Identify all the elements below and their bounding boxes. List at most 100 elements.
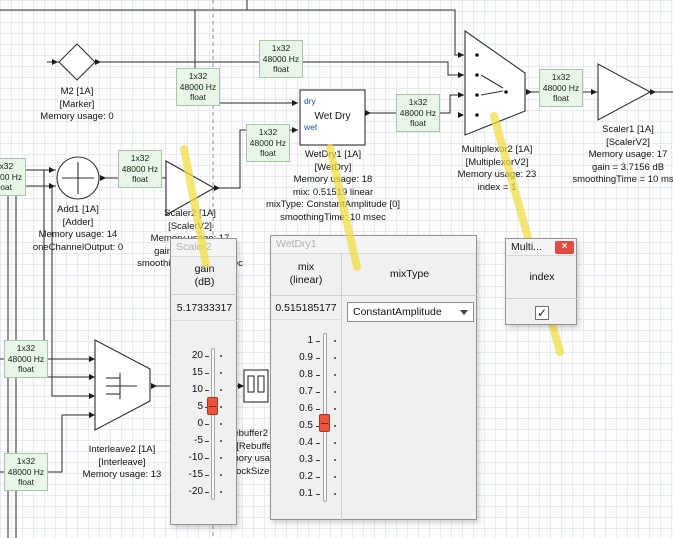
wire-type-label: 1x32 48000 Hz float [259, 40, 303, 78]
scaler2-inspector-panel[interactable]: Scaler2 gain (dB) 5.17333317 20151050-5-… [170, 238, 237, 525]
wire-label-line: 48000 Hz [540, 83, 582, 94]
slider-tick-label: -5 [173, 435, 203, 447]
wetdry1-inspector-panel[interactable]: WetDry1 mix (linear) mixType 0.515185177… [270, 235, 477, 520]
wetdry-wet-pin-label: wet [304, 122, 317, 132]
slider-tick-label: 0.5 [283, 420, 313, 432]
wire-label-line: 48000 Hz [5, 467, 47, 478]
slider-tick-mark [316, 443, 320, 444]
caption-line: Memory usage: 17 [572, 149, 673, 162]
slider-tick-dot [334, 374, 336, 376]
wire-label-line: float [0, 182, 25, 193]
slider-tick-dot [334, 357, 336, 359]
caption-line: Add1 [1A] [33, 204, 123, 217]
caption-line: Memory usage: 13 [83, 469, 162, 482]
add1-caption: Add1 [1A][Adder]Memory usage: 14oneChann… [33, 204, 123, 254]
slider-tick-dot [220, 457, 222, 459]
wire-label-line: float [5, 477, 47, 488]
slider-tick-label: 0.1 [283, 488, 313, 500]
wire-label-line: 1x32 [260, 43, 302, 54]
scaler1-block[interactable] [591, 64, 656, 120]
slider-tick-label: -15 [173, 469, 203, 481]
slider-tick-mark [205, 356, 209, 357]
slider-tick-label: 0.9 [283, 352, 313, 364]
slider-tick-dot [334, 340, 336, 342]
scaler1-caption: Scaler1 [1A][ScalerV2]Memory usage: 17ga… [572, 124, 673, 187]
slider-tick-dot [334, 459, 336, 461]
wire-type-label: 1x32 48000 Hz float [0, 158, 26, 196]
index-checkbox[interactable]: ✓ [535, 306, 549, 320]
slider-tick-dot [220, 372, 222, 374]
caption-line: Memory usage: 18 [266, 174, 400, 187]
slider-tick-mark [205, 458, 209, 459]
caption-line: [Interleave] [83, 457, 162, 470]
wire-type-label: 1x32 48000 Hz float [4, 340, 48, 378]
slider-tick-label: 0.3 [283, 454, 313, 466]
slider-tick-dot [220, 440, 222, 442]
schematic-canvas[interactable]: 1x32 48000 Hz float 1x32 48000 Hz float … [0, 0, 673, 538]
slider-tick-mark [316, 477, 320, 478]
mix-slider[interactable]: 10.90.80.70.60.50.40.30.20.1 [271, 236, 476, 519]
slider-tick-dot [220, 474, 222, 476]
interleave2-caption: Interleave2 [1A][Interleave]Memory usage… [83, 444, 162, 482]
wire-label-line: float [260, 64, 302, 75]
slider-tick-mark [205, 492, 209, 493]
slider-tick-dot [334, 476, 336, 478]
slider-tick-mark [316, 460, 320, 461]
slider-tick-dot [220, 423, 222, 425]
slider-tick-label: 20 [173, 350, 203, 362]
wetdry-block-label[interactable]: Wet Dry [300, 111, 365, 122]
caption-line: gain = 3.7156 dB [572, 162, 673, 175]
index-header: index [506, 256, 578, 299]
slider-handle[interactable] [319, 414, 330, 432]
wire-label-line: 48000 Hz [5, 354, 47, 365]
m2-marker-block[interactable] [52, 44, 101, 80]
slider-tick-label: 15 [173, 367, 203, 379]
slider-tick-mark [316, 494, 320, 495]
multiplexor2-inspector-panel[interactable]: Multi... × index ✓ [505, 238, 577, 325]
caption-line: [Adder] [33, 217, 123, 230]
slider-handle[interactable] [207, 397, 218, 415]
slider-tick-mark [205, 475, 209, 476]
interleave2-block[interactable] [89, 340, 157, 430]
caption-line: Interleave2 [1A] [83, 444, 162, 457]
slider-tick-dot [334, 442, 336, 444]
slider-tick-label: 1 [283, 335, 313, 347]
slider-track[interactable] [211, 348, 215, 500]
caption-line: index = 1 [458, 182, 537, 195]
caption-line: Multiplexor2 [1A] [458, 144, 537, 157]
caption-line: Memory usage: 0 [40, 111, 113, 124]
gain-slider[interactable]: 20151050-5-10-15-20 [171, 239, 236, 524]
wire-label-line: 1x32 [540, 72, 582, 83]
slider-tick-label: 0.4 [283, 437, 313, 449]
wire-label-line: 48000 Hz [119, 164, 161, 175]
caption-line: [WetDry] [266, 162, 400, 175]
slider-tick-mark [316, 409, 320, 410]
wire-label-line: float [119, 174, 161, 185]
multiplexor2-block[interactable] [458, 31, 532, 135]
slider-tick-label: 0 [173, 418, 203, 430]
scaler2-block[interactable] [166, 161, 220, 215]
wire-label-line: 1x32 [0, 161, 25, 172]
add1-adder-block[interactable] [49, 157, 106, 199]
caption-line: smoothingTime: 10 msec [266, 212, 400, 225]
slider-tick-mark [205, 424, 209, 425]
caption-line: mix: 0.51519 linear [266, 187, 400, 200]
wetdry-dry-pin-label: dry [304, 96, 316, 106]
wire-label-line: 48000 Hz [397, 108, 439, 119]
wire-label-line: 48000 Hz [0, 172, 25, 183]
wire-label-line: 48000 Hz [177, 82, 219, 93]
rebuffer2-block[interactable] [238, 370, 268, 402]
wire-label-line: float [177, 92, 219, 103]
caption-line: [ScalerV2] [572, 137, 673, 150]
slider-tick-dot [334, 493, 336, 495]
caption-line: M2 [1A] [40, 86, 113, 99]
wire-label-line: 48000 Hz [260, 54, 302, 65]
caption-line: Memory usage: 14 [33, 229, 123, 242]
caption-line: [Marker] [40, 99, 113, 112]
caption-line: mixType: ConstantAmplitude [0] [266, 199, 400, 212]
slider-tick-label: 0.2 [283, 471, 313, 483]
slider-tick-label: 10 [173, 384, 203, 396]
close-button[interactable]: × [555, 241, 574, 254]
caption-line: [MultiplexorV2] [458, 157, 537, 170]
wire-type-label: 1x32 48000 Hz float [176, 68, 220, 106]
